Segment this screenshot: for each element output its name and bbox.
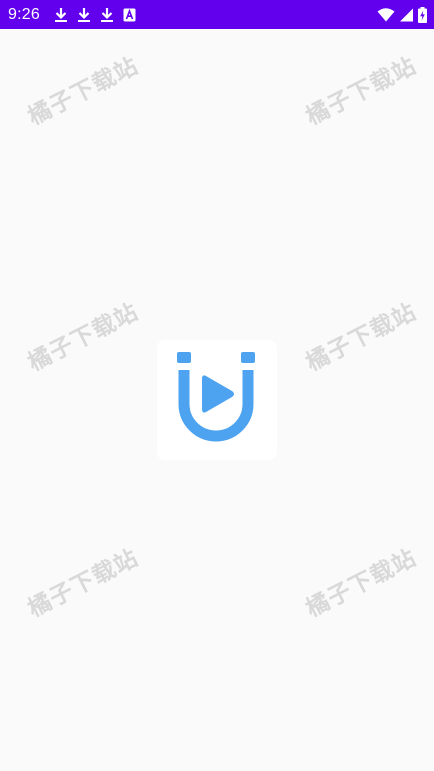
download-icon — [77, 7, 91, 23]
signal-icon — [399, 8, 414, 22]
watermark-text: 橘子下载站 — [301, 52, 421, 131]
status-time: 9:26 — [8, 5, 40, 23]
watermark-text: 橘子下载站 — [23, 298, 143, 377]
download-icon — [54, 7, 68, 23]
status-notifications — [54, 7, 136, 23]
download-icon — [100, 7, 114, 23]
status-bar: 9:26 — [0, 0, 434, 29]
watermark-text: 橘子下载站 — [23, 52, 143, 131]
app-logo-icon — [177, 352, 257, 448]
battery-charging-icon — [418, 6, 427, 23]
splash-logo — [157, 340, 277, 460]
watermark-text: 橘子下载站 — [301, 298, 421, 377]
watermark-text: 橘子下载站 — [301, 544, 421, 623]
watermark-text: 橘子下载站 — [23, 544, 143, 623]
status-system-icons — [377, 0, 427, 29]
font-a-icon — [123, 8, 136, 22]
wifi-icon — [377, 7, 395, 22]
